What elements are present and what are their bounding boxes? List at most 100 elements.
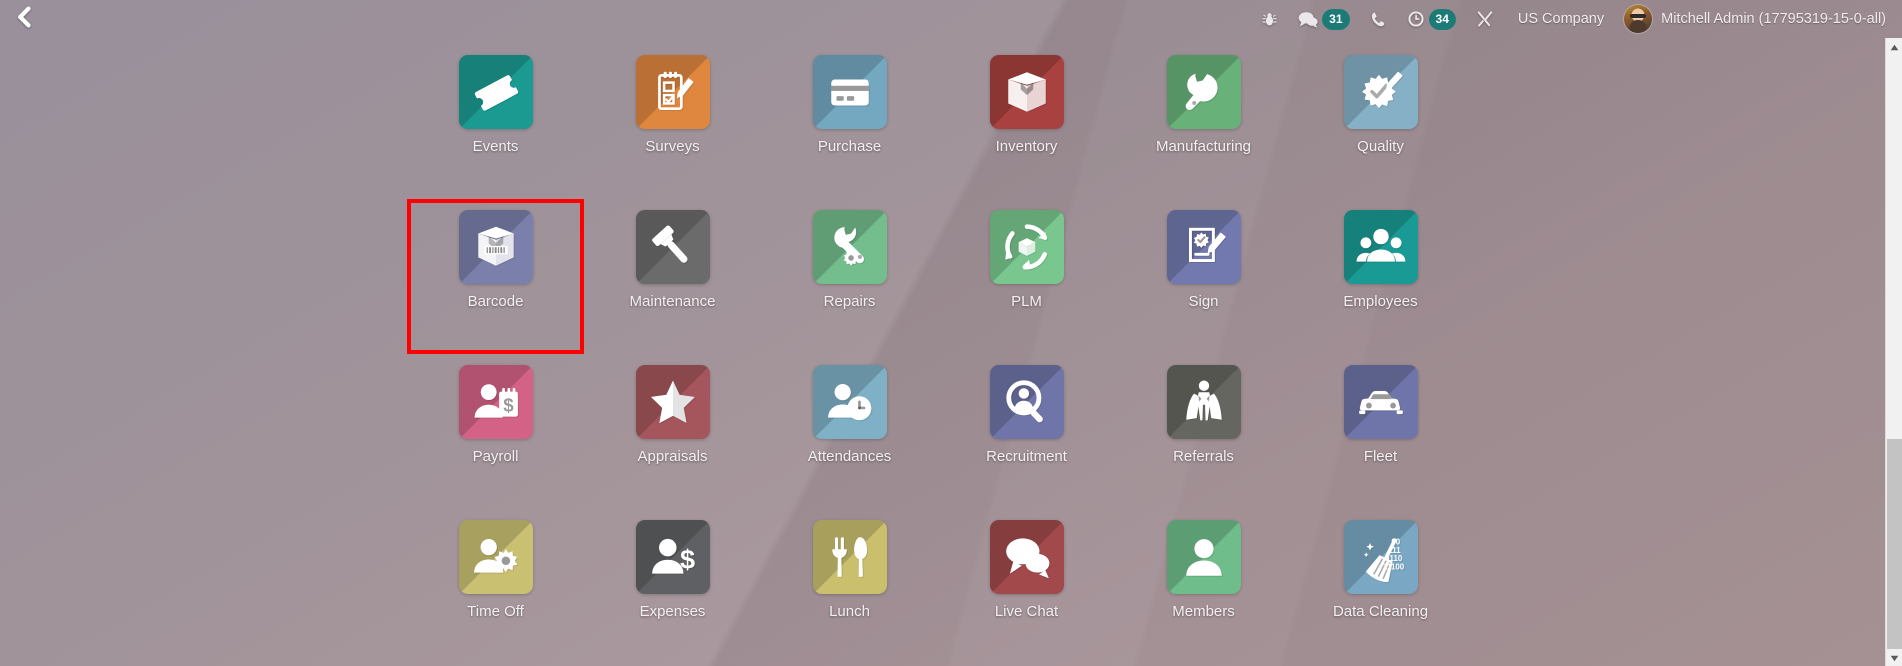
broom-binary-icon: 00 111 0110 11100: [1343, 520, 1418, 594]
app-item-fleet[interactable]: Fleet: [1292, 354, 1469, 509]
recycle-box-icon: [989, 210, 1064, 284]
voip-menu[interactable]: [1360, 0, 1397, 38]
app-label: Recruitment: [986, 448, 1067, 465]
hero-cape-icon: [1166, 365, 1241, 439]
app-label: Maintenance: [629, 293, 716, 310]
app-item-data-cleaning[interactable]: 00 111 0110 11100 Data Cleaning: [1292, 509, 1469, 664]
ticket-icon: [458, 55, 533, 129]
app-label: Members: [1172, 603, 1235, 620]
apps-home-screen: 31 34 US Company Mitchell Admin (1779531…: [0, 0, 1902, 666]
caret-down-icon: [1890, 649, 1899, 666]
app-item-maintenance[interactable]: Maintenance: [584, 199, 761, 354]
app-label: Fleet: [1363, 448, 1398, 465]
scroll-up-button[interactable]: [1886, 38, 1902, 55]
scroll-down-button[interactable]: [1886, 649, 1902, 666]
app-label: Referrals: [1173, 448, 1234, 465]
app-label: Quality: [1357, 138, 1404, 155]
app-item-quality[interactable]: Quality: [1292, 44, 1469, 199]
bug-icon: [1261, 11, 1278, 28]
app-label: Surveys: [645, 138, 700, 155]
person-money-icon: $: [458, 365, 533, 439]
app-item-expenses[interactable]: $ Expenses: [584, 509, 761, 664]
app-item-members[interactable]: Members: [1115, 509, 1292, 664]
app-item-payroll[interactable]: $ Payroll: [407, 354, 584, 509]
avatar: [1624, 5, 1653, 33]
user-menu-label: Mitchell Admin (17795319-15-0-all): [1661, 11, 1886, 27]
clock-icon: [1407, 10, 1425, 28]
app-label: Manufacturing: [1155, 138, 1252, 155]
hammer-icon: [635, 210, 710, 284]
activity-menu[interactable]: 34: [1397, 0, 1466, 38]
app-item-referrals[interactable]: Referrals: [1115, 354, 1292, 509]
open-box-icon: [989, 55, 1064, 129]
app-label: Expenses: [639, 603, 706, 620]
phone-icon: [1370, 11, 1387, 28]
app-label: PLM: [1011, 293, 1042, 310]
chevron-left-icon: [16, 6, 31, 33]
svg-text:11100: 11100: [1383, 563, 1405, 572]
vertical-scrollbar[interactable]: [1885, 38, 1902, 666]
company-selector[interactable]: US Company: [1504, 11, 1618, 27]
person-icon: [1166, 520, 1241, 594]
app-label: Attendances: [807, 448, 892, 465]
top-navbar: 31 34 US Company Mitchell Admin (1779531…: [0, 0, 1902, 38]
app-item-sign[interactable]: Sign: [1115, 199, 1292, 354]
app-label: Data Cleaning: [1332, 603, 1429, 620]
svg-text:$: $: [680, 543, 695, 574]
activity-counter: 34: [1428, 8, 1456, 30]
caret-up-icon: [1890, 38, 1899, 56]
messages-icon: [1298, 11, 1318, 28]
svg-text:$: $: [503, 394, 514, 415]
app-label: Inventory: [995, 138, 1058, 155]
app-grid: Events Surveys Purchase Inventory Manufa…: [0, 44, 1868, 666]
badge-pen-icon: [1343, 55, 1418, 129]
person-clock-icon: [812, 365, 887, 439]
person-search-icon: [989, 365, 1064, 439]
app-item-employees[interactable]: Employees: [1292, 199, 1469, 354]
scrollbar-thumb[interactable]: [1887, 439, 1902, 665]
debug-menu[interactable]: [1251, 0, 1288, 38]
app-item-live-chat[interactable]: Live Chat: [938, 509, 1115, 664]
clipboard-pen-icon: [635, 55, 710, 129]
app-label: Live Chat: [994, 603, 1059, 620]
messaging-counter: 31: [1322, 8, 1350, 30]
app-label: Employees: [1343, 293, 1418, 310]
app-label: Purchase: [817, 138, 882, 155]
app-label: Barcode: [467, 293, 524, 310]
app-item-lunch[interactable]: Lunch: [761, 509, 938, 664]
sign-doc-icon: [1166, 210, 1241, 284]
app-item-purchase[interactable]: Purchase: [761, 44, 938, 199]
app-item-manufacturing[interactable]: Manufacturing: [1115, 44, 1292, 199]
app-item-barcode[interactable]: Barcode: [407, 199, 584, 354]
settings-menu[interactable]: [1466, 0, 1504, 38]
systray: 31 34 US Company Mitchell Admin (1779531…: [1251, 0, 1902, 38]
app-label: Appraisals: [637, 448, 708, 465]
user-menu[interactable]: Mitchell Admin (17795319-15-0-all): [1618, 5, 1902, 33]
messaging-menu[interactable]: 31: [1288, 0, 1359, 38]
app-label: Time Off: [467, 603, 524, 620]
app-item-time-off[interactable]: Time Off: [407, 509, 584, 664]
back-button[interactable]: [0, 0, 46, 38]
app-label: Lunch: [829, 603, 870, 620]
tools-icon: [1476, 10, 1494, 28]
credit-card-icon: [812, 55, 887, 129]
car-icon: [1343, 365, 1418, 439]
app-item-inventory[interactable]: Inventory: [938, 44, 1115, 199]
person-sun-icon: [458, 520, 533, 594]
app-item-recruitment[interactable]: Recruitment: [938, 354, 1115, 509]
chat-bubbles-icon: [989, 520, 1064, 594]
app-item-attendances[interactable]: Attendances: [761, 354, 938, 509]
app-label: Events: [472, 138, 519, 155]
person-dollar-icon: $: [635, 520, 710, 594]
half-star-icon: [635, 365, 710, 439]
wrench-icon: [1166, 55, 1241, 129]
app-item-repairs[interactable]: Repairs: [761, 199, 938, 354]
wrench-gear-icon: [812, 210, 887, 284]
app-item-events[interactable]: Events: [407, 44, 584, 199]
fork-knife-icon: [812, 520, 887, 594]
app-item-surveys[interactable]: Surveys: [584, 44, 761, 199]
app-item-appraisals[interactable]: Appraisals: [584, 354, 761, 509]
people-group-icon: [1343, 210, 1418, 284]
app-label: Payroll: [472, 448, 519, 465]
app-item-plm[interactable]: PLM: [938, 199, 1115, 354]
